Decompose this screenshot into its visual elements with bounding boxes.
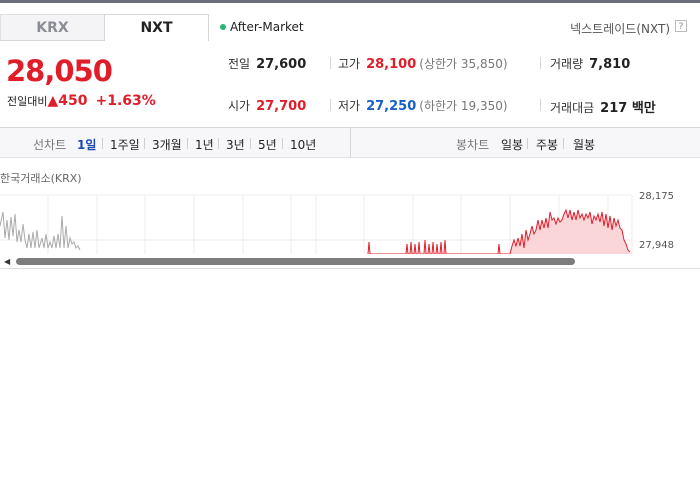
stat-high: 고가 28,100 (상한가 35,850) [338,55,508,72]
market-status: After-Market [220,20,304,34]
change-label: 전일대비 [7,95,48,108]
divider [540,57,541,69]
chart-source-label: 한국거래소(KRX) [0,172,82,185]
stat-value: 28,100 [366,57,417,72]
divider [282,138,283,149]
chart-scrollbar[interactable]: ◀ [0,254,700,269]
help-icon[interactable]: ? [675,20,687,32]
change-percent: +1.63% [95,93,156,109]
chart-toolbar: 선차트 1일 1주일 3개월 1년 3년 5년 10년 봉차트 일봉 주봉 월봉 [0,127,700,158]
price-chart: 28,175 27,948 [0,190,700,258]
period-10y[interactable]: 10년 [290,136,316,153]
divider [250,138,251,149]
stat-value: 27,250 [366,99,417,114]
stat-label: 저가 [338,99,361,113]
change-value: 450 [58,93,88,109]
toolbar-divider [350,128,351,158]
stat-label: 거래대금 [550,101,595,115]
divider [330,57,331,69]
stat-label: 전일 [228,57,251,71]
price-change: 전일대비▲450 +1.63% [7,93,156,109]
stat-sub: (상한가 35,850) [419,57,508,71]
stat-volume: 거래량 7,810 [550,55,630,72]
venue-label: 넥스트레이드(NXT) [570,22,670,36]
stat-sub: (하한가 19,350) [419,99,508,113]
stat-label: 고가 [338,57,361,71]
tab-divider [0,40,104,41]
stat-label: 시가 [228,99,251,113]
stat-amount: 거래대금 217 백만 [550,97,656,116]
scroll-left-icon[interactable]: ◀ [4,257,10,266]
divider [144,138,145,149]
y-tick-top: 28,175 [639,191,674,202]
tab-krx[interactable]: KRX [0,14,105,41]
period-1y[interactable]: 1년 [195,136,214,153]
divider [563,138,564,149]
chart-svg: 28,175 27,948 [0,191,674,255]
period-5y[interactable]: 5년 [258,136,277,153]
stat-value: 217 백만 [600,101,656,116]
stat-value: 7,810 [589,57,631,72]
status-dot-icon [220,24,226,30]
market-status-label: After-Market [230,20,304,34]
up-arrow-icon: ▲ [47,93,59,109]
stat-label: 거래량 [550,57,584,71]
stat-open: 시가 27,700 [228,97,306,114]
divider [527,138,528,149]
candle-chart-label: 봉차트 [456,138,490,152]
candle-monthly[interactable]: 월봉 [573,136,595,153]
period-3m[interactable]: 3개월 [152,136,182,153]
grey-price-line [0,211,81,251]
stat-prev-close: 전일 27,600 [228,55,306,72]
current-price: 28,050 [6,54,113,88]
divider [330,99,331,111]
stat-value: 27,700 [256,99,307,114]
top-border [0,0,700,3]
period-3y[interactable]: 3년 [226,136,245,153]
candle-weekly[interactable]: 주봉 [536,136,558,153]
divider [187,138,188,149]
scrollbar-thumb[interactable] [16,258,575,265]
divider [102,138,103,149]
market-tabs: KRX NXT [0,14,209,41]
period-1d[interactable]: 1일 [77,136,96,153]
period-1w[interactable]: 1주일 [110,136,140,153]
candle-daily[interactable]: 일봉 [501,136,523,153]
line-chart-label: 선차트 [33,138,67,152]
divider [540,99,541,111]
stat-low: 저가 27,250 (하한가 19,350) [338,97,508,114]
y-tick-bottom: 27,948 [639,240,674,251]
tab-nxt[interactable]: NXT [104,14,209,41]
stat-value: 27,600 [256,57,307,72]
divider [218,138,219,149]
